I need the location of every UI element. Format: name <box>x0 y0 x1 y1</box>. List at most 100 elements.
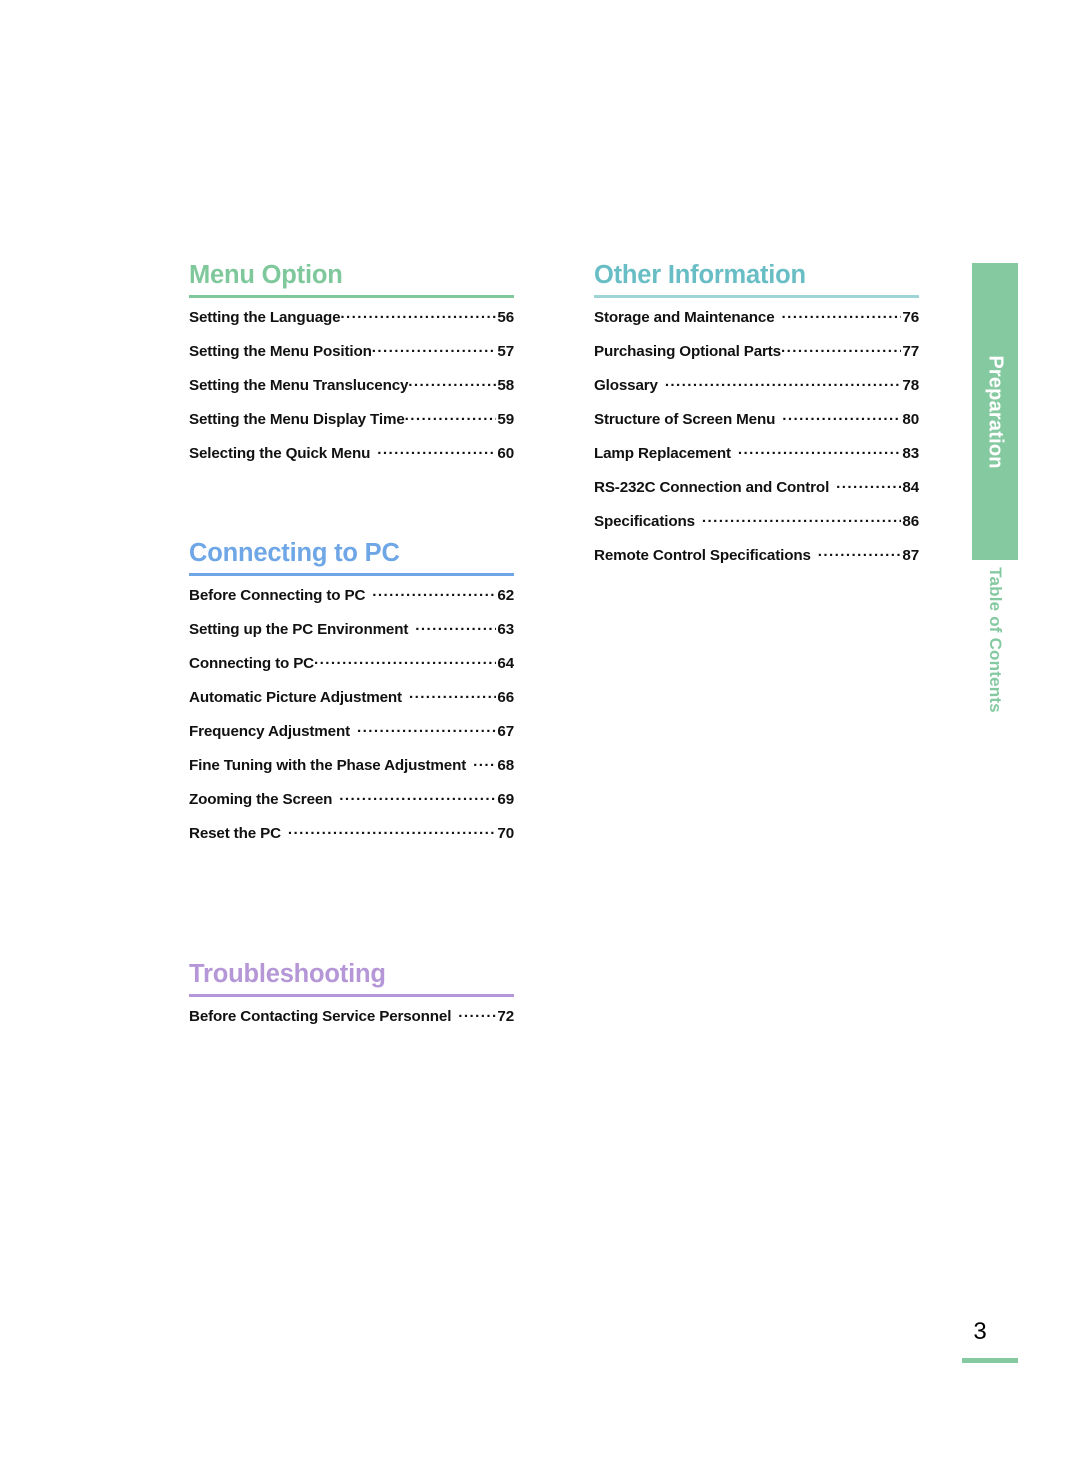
toc-entry[interactable]: Setting the Menu Position 57 <box>189 341 514 375</box>
toc-entry-label: Structure of Screen Menu <box>594 411 776 429</box>
toc-entry-page: 58 <box>497 377 514 395</box>
toc-leader-dots <box>405 409 497 424</box>
toc-entry-page: 59 <box>497 411 514 429</box>
toc-entry-label: Setting the Menu Display Time <box>189 411 405 429</box>
toc-leader-dots <box>409 687 496 702</box>
column-left-connecting-to-pc: Connecting to PC Before Connecting to PC… <box>189 539 514 857</box>
section-rule-connecting-to-pc <box>189 572 514 576</box>
toc-entry-label: Before Connecting to PC <box>189 587 366 605</box>
toc-entry-label: Storage and Maintenance <box>594 309 775 327</box>
toc-entry[interactable]: Purchasing Optional Parts 77 <box>594 341 919 375</box>
section-connecting-to-pc: Connecting to PC Before Connecting to PC… <box>189 539 514 857</box>
toc-entry-page: 77 <box>902 343 919 361</box>
section-rule-other-information <box>594 294 919 298</box>
toc-entry[interactable]: Automatic Picture Adjustment 66 <box>189 687 514 721</box>
toc-leader-dots <box>372 341 497 356</box>
toc-leader-dots <box>702 511 902 526</box>
toc-leader-dots <box>377 443 496 458</box>
toc-entry-page: 84 <box>902 479 919 497</box>
toc-entry-page: 72 <box>497 1008 514 1026</box>
toc-leader-dots <box>340 307 496 322</box>
toc-entry[interactable]: Lamp Replacement 83 <box>594 443 919 477</box>
toc-entry[interactable]: Before Connecting to PC 62 <box>189 585 514 619</box>
toc-entry[interactable]: Setting up the PC Environment 63 <box>189 619 514 653</box>
side-tab-table-of-contents: Table of Contents <box>972 565 1018 715</box>
toc-leader-dots <box>738 443 902 458</box>
toc-entry[interactable]: Zooming the Screen 69 <box>189 789 514 823</box>
toc-entry-page: 80 <box>902 411 919 429</box>
toc-entry[interactable]: Frequency Adjustment 67 <box>189 721 514 755</box>
toc-entry[interactable]: Storage and Maintenance 76 <box>594 307 919 341</box>
toc-entry-label: Setting the Menu Translucency <box>189 377 409 395</box>
toc-entry[interactable]: Remote Control Specifications 87 <box>594 545 919 579</box>
toc-entry[interactable]: Glossary 78 <box>594 375 919 409</box>
toc-entry[interactable]: Before Contacting Service Personnel 72 <box>189 1006 514 1040</box>
toc-entry-label: Before Contacting Service Personnel <box>189 1008 452 1026</box>
toc-entry-page: 86 <box>902 513 919 531</box>
toc-entry-label: Specifications <box>594 513 695 531</box>
toc-entry-label: Connecting to PC <box>189 655 314 673</box>
column-left-menu-option: Menu Option Setting the Language 56 Sett… <box>189 262 514 477</box>
column-right-other-information: Other Information Storage and Maintenanc… <box>594 261 919 579</box>
toc-entry-label: Setting up the PC Environment <box>189 621 409 639</box>
toc-leader-dots <box>357 721 496 736</box>
toc-entry-page: 87 <box>902 547 919 565</box>
toc-entry-page: 63 <box>497 621 514 639</box>
toc-entry-label: Zooming the Screen <box>189 791 333 809</box>
toc-entry-page: 68 <box>497 757 514 775</box>
toc-entry-page: 76 <box>902 309 919 327</box>
toc-entry[interactable]: Structure of Screen Menu 80 <box>594 409 919 443</box>
toc-list-troubleshooting: Before Contacting Service Personnel 72 <box>189 1006 514 1040</box>
toc-entry-page: 67 <box>497 723 514 741</box>
toc-entry-label: Glossary <box>594 377 658 395</box>
toc-entry-label: Automatic Picture Adjustment <box>189 689 402 707</box>
side-tab-preparation-label: Preparation <box>984 354 1007 469</box>
toc-entry[interactable]: Fine Tuning with the Phase Adjustment 68 <box>189 755 514 789</box>
toc-leader-dots <box>473 755 496 770</box>
section-menu-option: Menu Option Setting the Language 56 Sett… <box>189 262 514 477</box>
side-tab-table-of-contents-label: Table of Contents <box>986 567 1005 713</box>
toc-page: Menu Option Setting the Language 56 Sett… <box>0 0 1080 1474</box>
toc-leader-dots <box>665 375 902 390</box>
toc-entry-page: 66 <box>497 689 514 707</box>
toc-entry-label: RS-232C Connection and Control <box>594 479 830 497</box>
toc-entry-label: Fine Tuning with the Phase Adjustment <box>189 757 467 775</box>
toc-list-connecting-to-pc: Before Connecting to PC 62 Setting up th… <box>189 585 514 857</box>
toc-entry-label: Lamp Replacement <box>594 445 731 463</box>
page-number-rule <box>962 1358 1018 1363</box>
toc-entry[interactable]: Reset the PC 70 <box>189 823 514 857</box>
toc-list-other-information: Storage and Maintenance 76 Purchasing Op… <box>594 307 919 579</box>
toc-leader-dots <box>818 545 902 560</box>
toc-entry-page: 57 <box>497 343 514 361</box>
toc-entry-label: Selecting the Quick Menu <box>189 445 371 463</box>
section-rule-troubleshooting <box>189 993 514 997</box>
side-tab-preparation[interactable]: Preparation <box>972 263 1018 560</box>
toc-entry-label: Reset the PC <box>189 825 281 843</box>
toc-entry-page: 78 <box>902 377 919 395</box>
toc-leader-dots <box>408 375 496 390</box>
toc-entry[interactable]: Setting the Menu Display Time 59 <box>189 409 514 443</box>
section-title-other-information: Other Information <box>594 261 806 289</box>
toc-entry-page: 62 <box>497 587 514 605</box>
section-troubleshooting: Troubleshooting Before Contacting Servic… <box>189 960 514 1040</box>
toc-entry-label: Frequency Adjustment <box>189 723 350 741</box>
toc-entry-label: Remote Control Specifications <box>594 547 811 565</box>
toc-leader-dots <box>782 409 901 424</box>
column-left-troubleshooting: Troubleshooting Before Contacting Servic… <box>189 960 514 1040</box>
toc-entry[interactable]: Setting the Menu Translucency 58 <box>189 375 514 409</box>
toc-entry[interactable]: Connecting to PC 64 <box>189 653 514 687</box>
toc-leader-dots <box>339 789 496 804</box>
section-title-troubleshooting: Troubleshooting <box>189 960 386 988</box>
toc-entry-page: 83 <box>902 445 919 463</box>
toc-leader-dots <box>372 585 496 600</box>
toc-entry[interactable]: Selecting the Quick Menu 60 <box>189 443 514 477</box>
toc-entry-page: 60 <box>497 445 514 463</box>
toc-entry[interactable]: Specifications 86 <box>594 511 919 545</box>
toc-leader-dots <box>314 653 496 668</box>
toc-leader-dots <box>781 341 901 356</box>
toc-leader-dots <box>458 1006 496 1021</box>
toc-entry[interactable]: RS-232C Connection and Control 84 <box>594 477 919 511</box>
section-title-connecting-to-pc: Connecting to PC <box>189 539 400 567</box>
toc-entry[interactable]: Setting the Language 56 <box>189 307 514 341</box>
toc-leader-dots <box>782 307 902 322</box>
